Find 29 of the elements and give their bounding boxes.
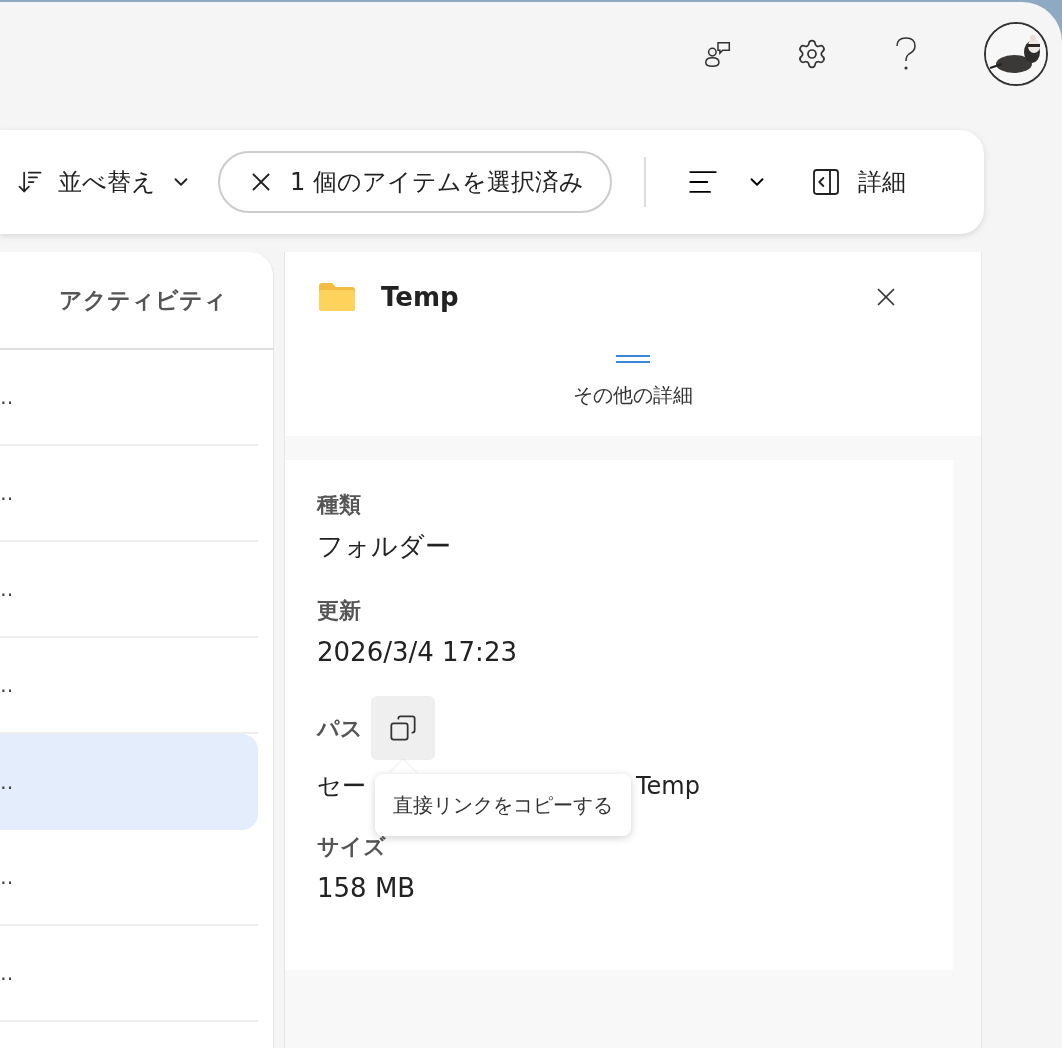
- avatar[interactable]: [984, 22, 1048, 86]
- property-label: パス: [317, 714, 363, 743]
- property-value: 2026/3/4 17:23: [317, 636, 518, 669]
- settings-icon[interactable]: [796, 38, 828, 70]
- list-row[interactable]: ‥: [0, 734, 258, 830]
- selection-chip[interactable]: 1 個のアイテムを選択済み: [218, 151, 612, 213]
- column-header[interactable]: アクティビティ: [59, 282, 227, 318]
- row-text: ‥: [0, 769, 14, 796]
- details-button[interactable]: 詳細: [809, 164, 906, 200]
- sort-button[interactable]: 並べ替え: [16, 164, 192, 200]
- row-text: ‥: [0, 576, 14, 603]
- property-value: フォルダー: [317, 530, 452, 563]
- copy-icon: [389, 714, 417, 742]
- row-text: ‥: [0, 960, 14, 987]
- pane-title: Temp: [381, 280, 459, 314]
- row-text: ‥: [0, 672, 14, 699]
- row-text: ‥: [0, 480, 14, 507]
- property-label: 種類: [317, 490, 361, 519]
- path-value: セー: [317, 771, 366, 802]
- path-value: Temp: [636, 771, 700, 802]
- property-label: 更新: [317, 596, 361, 625]
- tooltip: 直接リンクをコピーする: [375, 774, 631, 836]
- folder-icon: [319, 283, 355, 311]
- row-text: ‥: [0, 864, 14, 891]
- more-details-button[interactable]: その他の詳細: [285, 342, 981, 410]
- property-value: 158 MB: [317, 872, 417, 905]
- copy-button[interactable]: [371, 696, 435, 760]
- handle-icon: [616, 354, 650, 364]
- row-text: ‥: [0, 384, 14, 411]
